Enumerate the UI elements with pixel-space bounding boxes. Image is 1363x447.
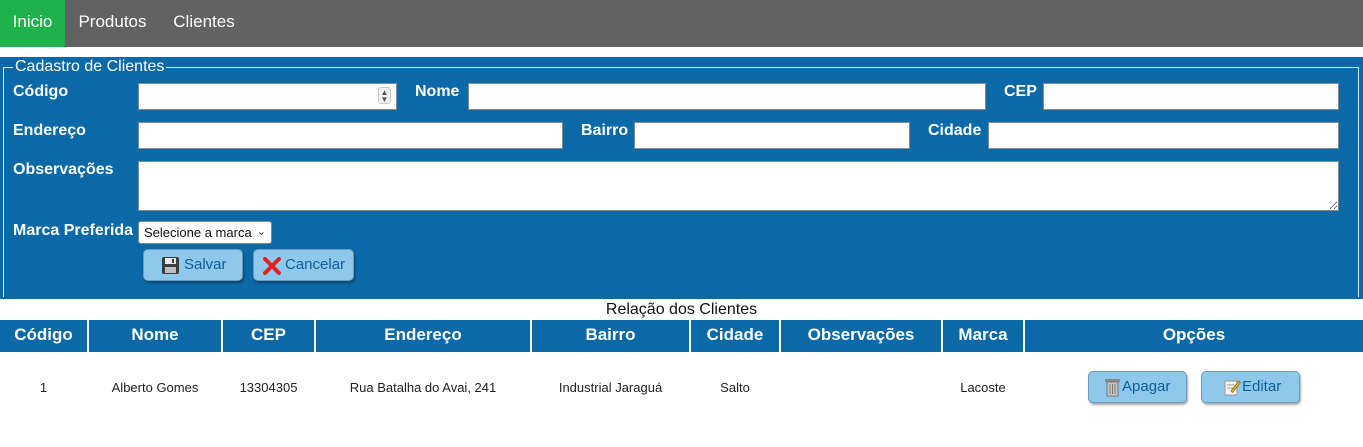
header-codigo: Código xyxy=(14,325,73,344)
observacoes-textarea[interactable] xyxy=(138,161,1339,211)
codigo-field-wrap: ▲ ▼ xyxy=(138,83,397,110)
observacoes-label: Observações xyxy=(13,161,114,178)
cell-cep: 13304305 xyxy=(239,380,298,395)
save-button[interactable]: Salvar xyxy=(143,249,243,281)
client-form-panel: Cadastro de Clientes Código ▲ ▼ Nome CEP … xyxy=(0,57,1363,299)
nome-input[interactable] xyxy=(468,83,986,110)
edit-note-icon xyxy=(1224,380,1241,396)
nav-item-clientes[interactable]: Clientes xyxy=(160,0,248,47)
cell-cidade: Salto xyxy=(720,380,750,395)
header-observacoes: Observações xyxy=(807,325,915,344)
cidade-label: Cidade xyxy=(928,122,982,139)
save-button-label: Salvar xyxy=(184,256,227,273)
cep-label: CEP xyxy=(1004,83,1037,100)
bairro-label: Bairro xyxy=(581,122,629,139)
chevron-down-icon: ⌄ xyxy=(256,226,266,238)
delete-button-label: Apagar xyxy=(1122,378,1171,395)
cancel-button[interactable]: Cancelar xyxy=(253,249,354,281)
top-nav: Inicio Produtos Clientes xyxy=(0,0,1363,47)
cell-endereco: Rua Batalha do Avai, 241 xyxy=(349,380,497,395)
nav-item-inicio[interactable]: Inicio xyxy=(0,0,65,47)
header-endereco: Endereço xyxy=(384,325,462,344)
cep-input[interactable] xyxy=(1043,83,1339,110)
bairro-input[interactable] xyxy=(634,122,910,149)
edit-button[interactable]: Editar xyxy=(1201,371,1300,403)
endereco-input[interactable] xyxy=(138,122,563,149)
table-caption: Relação dos Clientes xyxy=(605,301,758,318)
delete-button[interactable]: Apagar xyxy=(1088,371,1187,403)
form-legend: Cadastro de Clientes xyxy=(13,58,167,75)
cell-codigo: 1 xyxy=(39,380,48,395)
codigo-label: Código xyxy=(13,83,69,100)
number-spinner-icon[interactable]: ▲ ▼ xyxy=(378,87,391,104)
nome-label: Nome xyxy=(415,83,460,100)
header-nome: Nome xyxy=(131,325,179,344)
nav-item-produtos[interactable]: Produtos xyxy=(65,0,160,47)
floppy-disk-icon xyxy=(162,257,179,274)
header-cep: CEP xyxy=(251,325,286,344)
cell-bairro: Industrial Jaraguá xyxy=(558,380,663,395)
cidade-input[interactable] xyxy=(988,122,1339,149)
cell-marca: Lacoste xyxy=(960,380,1006,395)
header-bairro: Bairro xyxy=(585,325,636,344)
edit-button-label: Editar xyxy=(1242,378,1282,395)
cell-nome: Alberto Gomes xyxy=(111,380,199,395)
header-cidade: Cidade xyxy=(706,325,764,344)
marca-select[interactable]: Selecione a marca ⌄ xyxy=(138,221,272,244)
marca-select-value: Selecione a marca xyxy=(144,225,252,240)
header-opcoes: Opções xyxy=(1162,325,1226,344)
table-header: Código Nome CEP Endereço Bairro Cidade O… xyxy=(0,320,1363,352)
red-x-icon xyxy=(263,257,281,275)
endereco-label: Endereço xyxy=(13,122,86,139)
marca-label: Marca Preferida xyxy=(13,222,134,239)
trash-icon xyxy=(1105,379,1120,397)
codigo-input[interactable] xyxy=(138,83,397,110)
header-marca: Marca xyxy=(958,325,1008,344)
cancel-button-label: Cancelar xyxy=(285,256,346,273)
